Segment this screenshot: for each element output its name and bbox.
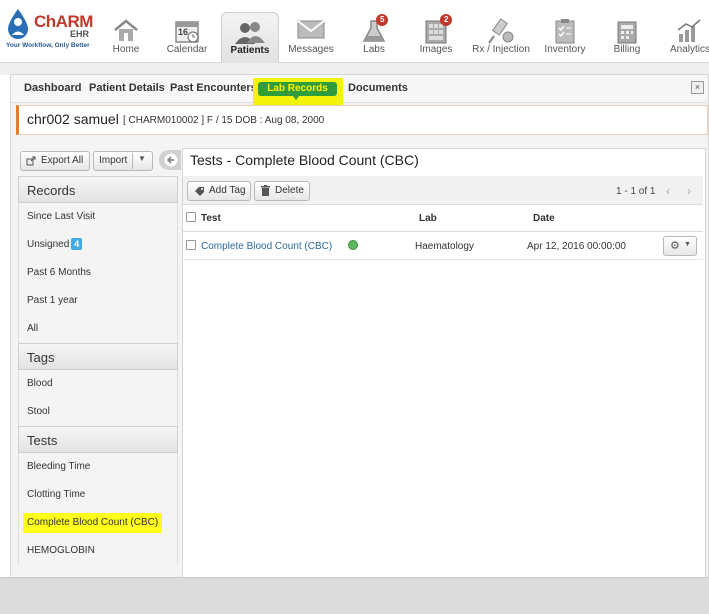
nav-home[interactable]: Home <box>104 0 148 62</box>
collapse-panel-button[interactable] <box>159 150 181 170</box>
status-dot-icon <box>348 240 358 250</box>
home-icon <box>114 19 138 41</box>
nav-calendar-label: Calendar <box>166 44 208 55</box>
nav-inventory-label: Inventory <box>544 44 586 55</box>
add-tag-button[interactable]: Add Tag <box>187 181 251 201</box>
logo-tagline: Your Workflow, Only Better <box>6 42 90 49</box>
tests-list: Bleeding Time Clotting Time Complete Blo… <box>18 453 178 565</box>
tags-section-header[interactable]: Tags <box>18 343 178 370</box>
gear-icon: ⚙ <box>670 240 680 252</box>
lab-filter-panel: Records Since Last Visit Unsigned 4 Past … <box>18 176 179 576</box>
import-divider <box>132 153 133 169</box>
nav-images-label: Images <box>419 44 453 55</box>
nav-patients[interactable]: Patients <box>221 12 279 63</box>
export-icon <box>26 156 36 166</box>
patient-name: chr002 samuel <box>27 111 119 127</box>
charm-ehr-logo[interactable]: ChARM EHR Your Workflow, Only Better <box>4 2 104 58</box>
chevron-down-icon: ▼ <box>138 154 146 163</box>
test-item-clotting-time[interactable]: Clotting Time <box>19 481 177 509</box>
envelope-icon <box>297 20 325 39</box>
prev-page-icon[interactable]: ‹ <box>666 184 670 198</box>
calendar-day-number: 16 <box>178 27 189 37</box>
records-item-past-6-months[interactable]: Past 6 Months <box>19 259 177 287</box>
tests-section-header[interactable]: Tests <box>18 426 178 453</box>
pagination-info: 1 - 1 of 1 <box>616 186 656 197</box>
delete-label: Delete <box>275 185 304 196</box>
row-checkbox[interactable] <box>186 240 196 250</box>
records-item-all[interactable]: All <box>19 315 177 343</box>
clipboard-icon <box>555 19 575 44</box>
column-header-lab[interactable]: Lab <box>419 213 437 224</box>
tags-list: Blood Stool <box>18 370 178 426</box>
column-header-date[interactable]: Date <box>533 213 555 224</box>
nav-messages-label: Messages <box>288 44 334 55</box>
import-button[interactable]: Import ▼ <box>93 151 153 171</box>
patient-info: [ CHARM010002 ] F / 15 DOB : Aug 08, 200… <box>123 115 325 126</box>
test-item-hemoglobin[interactable]: HEMOGLOBIN <box>19 537 177 565</box>
nav-labs[interactable]: 5 Labs <box>352 0 396 62</box>
logo-brand-sub: EHR <box>70 29 90 39</box>
nav-analytics[interactable]: Analytics <box>668 0 709 62</box>
results-table-header <box>183 205 703 232</box>
tab-lab-records-label: Lab Records <box>258 82 337 96</box>
images-badge: 2 <box>440 14 453 26</box>
logo-drop-icon <box>8 9 28 39</box>
nav-billing[interactable]: Billing <box>604 0 650 62</box>
nav-patients-label: Patients <box>230 45 270 56</box>
row-date: Apr 12, 2016 00:00:00 <box>527 241 626 252</box>
records-item-past-1-year[interactable]: Past 1 year <box>19 287 177 315</box>
test-item-cbc[interactable]: Complete Blood Count (CBC) <box>23 513 163 533</box>
tab-past-encounters[interactable]: Past Encounters <box>170 82 257 94</box>
active-tab-pointer <box>293 96 299 100</box>
delete-button[interactable]: Delete <box>254 181 310 201</box>
tag-item-stool[interactable]: Stool <box>19 398 177 426</box>
nav-home-label: Home <box>112 44 140 55</box>
tag-icon <box>195 187 204 196</box>
records-list: Since Last Visit Unsigned 4 Past 6 Months… <box>18 203 178 343</box>
tag-item-blood[interactable]: Blood <box>19 370 177 398</box>
patients-icon <box>235 22 265 44</box>
import-label: Import <box>99 155 128 166</box>
bottom-status-bar <box>0 577 709 614</box>
calculator-icon <box>617 21 637 44</box>
records-item-since-last-visit[interactable]: Since Last Visit <box>19 203 177 231</box>
chevron-down-icon: ▼ <box>684 241 691 248</box>
patient-header: chr002 samuel [ CHARM010002 ] F / 15 DOB… <box>16 105 708 135</box>
tab-documents[interactable]: Documents <box>348 82 408 94</box>
row-test-link[interactable]: Complete Blood Count (CBC) <box>201 241 332 252</box>
tab-patient-details[interactable]: Patient Details <box>89 82 165 94</box>
nav-labs-label: Labs <box>363 44 385 55</box>
add-tag-label: Add Tag <box>209 185 246 196</box>
syringe-icon <box>488 18 514 44</box>
records-section-header[interactable]: Records <box>18 176 178 203</box>
next-page-icon[interactable]: › <box>687 184 691 198</box>
nav-calendar[interactable]: 16 Calendar <box>163 0 211 62</box>
results-title: Tests - Complete Blood Count (CBC) <box>190 152 419 168</box>
test-item-bleeding-time[interactable]: Bleeding Time <box>19 453 177 481</box>
close-icon[interactable]: × <box>691 81 704 94</box>
tab-lab-records[interactable]: Lab Records <box>253 78 343 105</box>
row-actions-button[interactable]: ⚙ ▼ <box>663 236 697 256</box>
records-item-label: Unsigned <box>27 239 70 250</box>
nav-rx-injection-label: Rx / Injection <box>472 44 530 55</box>
row-lab: Haematology <box>415 241 474 252</box>
arrow-left-icon <box>164 153 178 167</box>
analytics-icon <box>677 19 700 42</box>
trash-icon <box>261 185 270 196</box>
nav-images[interactable]: 2 Images <box>414 0 458 62</box>
tab-dashboard[interactable]: Dashboard <box>24 82 81 94</box>
select-all-checkbox[interactable] <box>186 212 196 222</box>
nav-analytics-label: Analytics <box>670 44 709 55</box>
top-navigation-bar: ChARM EHR Your Workflow, Only Better Hom… <box>0 0 709 63</box>
export-all-button[interactable]: Export All <box>20 151 90 171</box>
export-all-label: Export All <box>41 155 84 166</box>
unsigned-count-badge: 4 <box>71 238 83 250</box>
column-header-test[interactable]: Test <box>201 213 221 224</box>
nav-inventory[interactable]: Inventory <box>541 0 589 62</box>
nav-rx-injection[interactable]: Rx / Injection <box>471 0 531 62</box>
test-item-cbc-row: Complete Blood Count (CBC) <box>19 509 177 537</box>
records-item-unsigned[interactable]: Unsigned 4 <box>19 231 177 259</box>
nav-billing-label: Billing <box>613 44 641 55</box>
nav-messages[interactable]: Messages <box>287 0 335 62</box>
